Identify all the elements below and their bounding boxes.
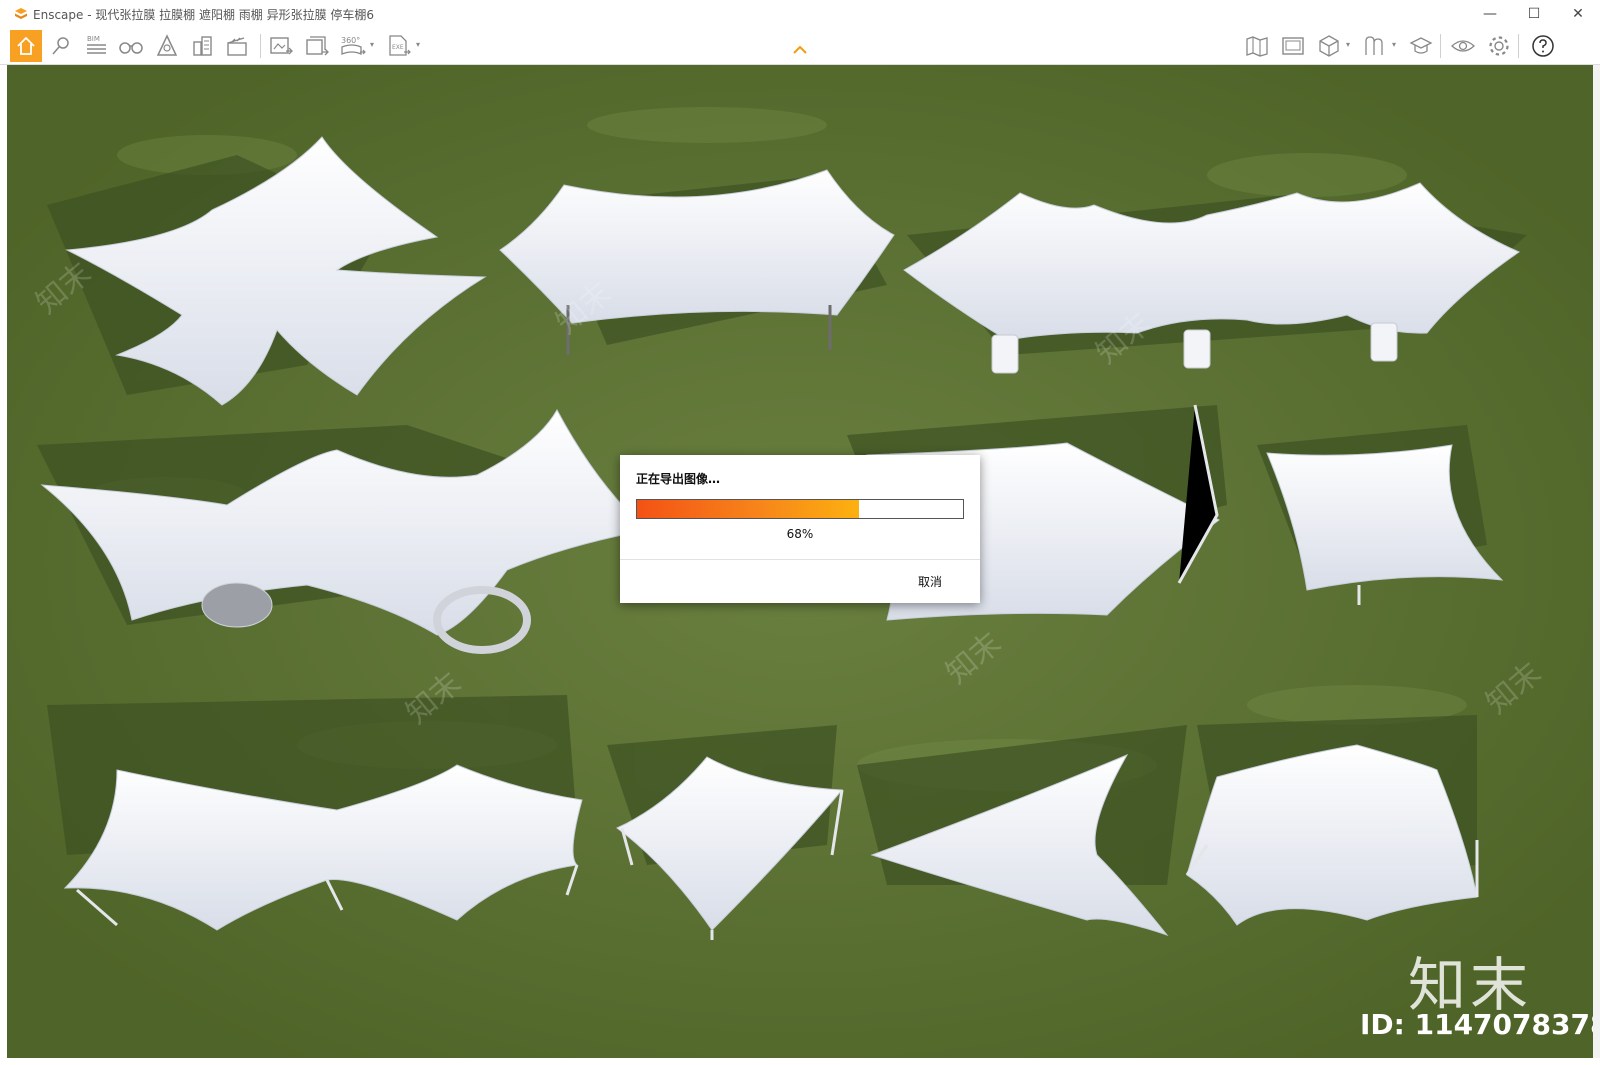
enscape-window: Enscape - 现代张拉膜 拉膜棚 遮阳棚 雨棚 异形张拉膜 停车棚6 — …	[0, 0, 1600, 1065]
close-button[interactable]: ✕	[1556, 0, 1600, 28]
settings-button[interactable]	[1484, 31, 1514, 61]
capture-icon	[1409, 37, 1433, 54]
map-icon	[1246, 36, 1268, 57]
map-button[interactable]	[1242, 31, 1272, 61]
settings-icon	[1489, 36, 1509, 56]
toolbar-separator	[1518, 34, 1519, 58]
progress-percentage: 68%	[786, 527, 814, 541]
view-cube-button[interactable]	[1314, 31, 1344, 61]
svg-text:360°: 360°	[341, 36, 360, 45]
materials-icon	[1365, 36, 1383, 55]
view-dropdown-chevron-icon[interactable]: ▾	[1346, 40, 1350, 49]
binoculars-button[interactable]	[116, 31, 146, 61]
help-button[interactable]	[1528, 31, 1558, 61]
visibility-icon	[1451, 40, 1475, 52]
home-icon	[17, 36, 35, 55]
binoculars-icon	[119, 42, 143, 54]
materials-button[interactable]	[1360, 31, 1390, 61]
view-cube-icon	[1319, 35, 1339, 57]
collapse-toolbar-chevron-icon[interactable]	[791, 44, 809, 56]
location-button[interactable]	[46, 31, 76, 61]
home-button[interactable]	[10, 30, 42, 62]
export-progress-bar	[636, 499, 964, 519]
cancel-button[interactable]: 取消	[918, 573, 942, 590]
panorama-dropdown-chevron-icon[interactable]: ▾	[370, 40, 374, 49]
panorama-button[interactable]: 360°	[338, 31, 368, 61]
capture-button[interactable]	[1406, 31, 1436, 61]
gallery-icon	[1282, 37, 1304, 55]
maximize-button[interactable]: ☐	[1512, 0, 1556, 28]
bim-icon: BIM	[87, 35, 106, 54]
help-icon	[1532, 35, 1554, 57]
exe-export-icon: EXE	[389, 35, 411, 56]
visibility-button[interactable]	[1448, 31, 1478, 61]
exe-dropdown-chevron-icon[interactable]: ▾	[416, 40, 420, 49]
minimize-button[interactable]: —	[1468, 0, 1512, 28]
window-title: Enscape - 现代张拉膜 拉膜棚 遮阳棚 雨棚 异形张拉膜 停车棚6	[33, 8, 375, 22]
dialog-divider	[620, 559, 980, 560]
exe-export-button[interactable]: EXE	[384, 31, 414, 61]
toolbar-separator	[260, 34, 261, 58]
screenshot-export-button[interactable]	[266, 31, 296, 61]
batch-render-icon	[306, 36, 329, 56]
buildings-button[interactable]	[188, 31, 218, 61]
window-left-edge	[0, 65, 7, 1065]
export-progress-fill	[637, 500, 859, 518]
enscape-logo-icon	[15, 8, 27, 19]
buildings-icon	[193, 36, 212, 56]
location-pin-icon	[52, 37, 69, 55]
asset-library-button[interactable]	[152, 31, 182, 61]
dialog-title: 正在导出图像…	[636, 472, 721, 486]
panorama-360-icon: 360°	[341, 36, 366, 55]
bim-button[interactable]: BIM	[82, 31, 112, 61]
toolbar-separator	[1440, 34, 1441, 58]
video-editor-button[interactable]	[222, 31, 252, 61]
batch-render-button[interactable]	[302, 31, 332, 61]
asset-library-icon	[156, 34, 178, 56]
screenshot-export-icon	[270, 37, 293, 55]
svg-text:BIM: BIM	[87, 35, 100, 43]
title-bar: Enscape - 现代张拉膜 拉膜棚 遮阳棚 雨棚 异形张拉膜 停车棚6 — …	[0, 0, 1600, 28]
svg-text:EXE: EXE	[392, 44, 404, 51]
gallery-button[interactable]	[1278, 31, 1308, 61]
export-progress-dialog: 正在导出图像… 68% 取消	[620, 455, 980, 603]
watermark-id: ID: 1147078378	[1360, 1008, 1593, 1041]
window-bottom-edge	[0, 1058, 1600, 1065]
window-right-edge	[1593, 65, 1600, 1065]
materials-dropdown-chevron-icon[interactable]: ▾	[1392, 40, 1396, 49]
video-editor-icon	[227, 37, 247, 56]
